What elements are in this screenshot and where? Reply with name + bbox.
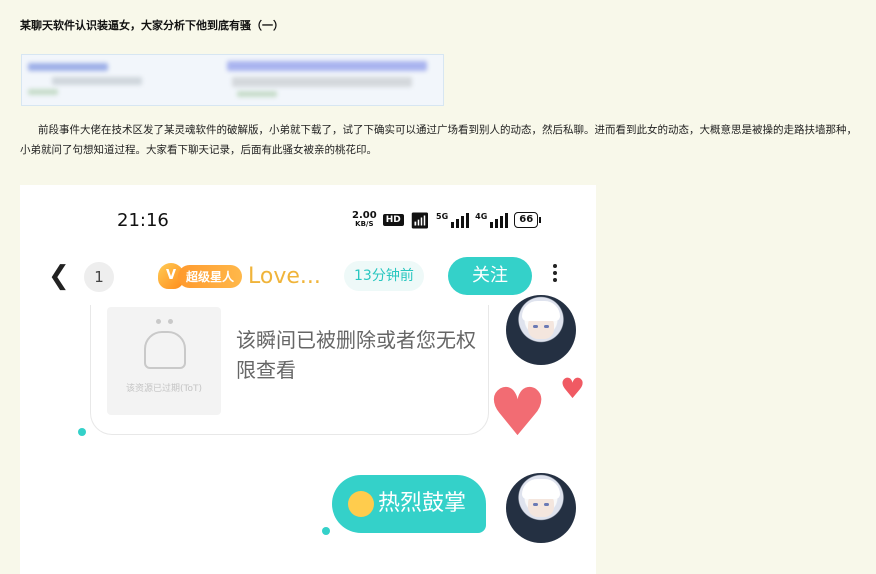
net-speed: 2.00 KB/S xyxy=(352,210,377,229)
sender-avatar[interactable] xyxy=(506,295,576,365)
chat-screenshot: 21:16 2.00 KB/S HD 📶︎ 5G 4G 66 ❮ 1 V 超级星人… xyxy=(20,185,596,574)
applause-emoji-icon xyxy=(348,491,374,517)
more-options-icon[interactable] xyxy=(550,261,560,285)
applause-text: 热烈鼓掌 xyxy=(378,491,467,516)
vip-badge: V 超级星人 Love... xyxy=(158,263,321,289)
signal-5g-icon: 5G xyxy=(436,212,470,228)
unread-count-badge[interactable]: 1 xyxy=(84,262,114,292)
expired-thumbnail: 该资源已过期(ToT) xyxy=(107,307,221,415)
post-title: 某聊天软件认识装逼女，大家分析下他到底有骚（一） xyxy=(20,19,284,32)
status-time: 21:16 xyxy=(117,210,169,231)
status-bar: 2.00 KB/S HD 📶︎ 5G 4G 66 xyxy=(352,207,542,233)
chat-header: ❮ 1 V 超级星人 Love... 13分钟前 关注 xyxy=(20,253,596,301)
battery-icon: 66 xyxy=(514,212,542,228)
hd-badge: HD xyxy=(382,214,404,226)
contact-name[interactable]: Love... xyxy=(248,264,321,289)
signal-4g-icon: 4G xyxy=(475,212,509,228)
last-active-badge: 13分钟前 xyxy=(344,261,424,291)
blurred-quote-box xyxy=(21,54,444,106)
back-icon[interactable]: ❮ xyxy=(48,261,70,291)
read-dot xyxy=(78,428,86,436)
follow-button[interactable]: 关注 xyxy=(448,257,532,295)
heart-small-icon: ♥ xyxy=(560,372,586,405)
read-dot xyxy=(322,527,330,535)
deleted-message-text: 该瞬间已被删除或者您无权限查看 xyxy=(236,328,476,382)
vip-label: 超级星人 xyxy=(178,264,243,288)
heart-big-icon: ♥ xyxy=(488,374,548,451)
applause-bubble[interactable]: 热烈鼓掌 xyxy=(332,475,486,533)
wifi-icon: 📶︎ xyxy=(409,210,431,230)
expired-label: 该资源已过期(ToT) xyxy=(126,384,202,394)
post-body: 前段事件大佬在技术区发了某灵魂软件的破解版，小弟就下载了，试了下确实可以通过广场… xyxy=(20,124,857,156)
sender-avatar[interactable] xyxy=(506,473,576,543)
message-card[interactable]: 该资源已过期(ToT) 该瞬间已被删除或者您无权限查看 xyxy=(90,305,489,435)
ghost-icon xyxy=(144,331,186,369)
